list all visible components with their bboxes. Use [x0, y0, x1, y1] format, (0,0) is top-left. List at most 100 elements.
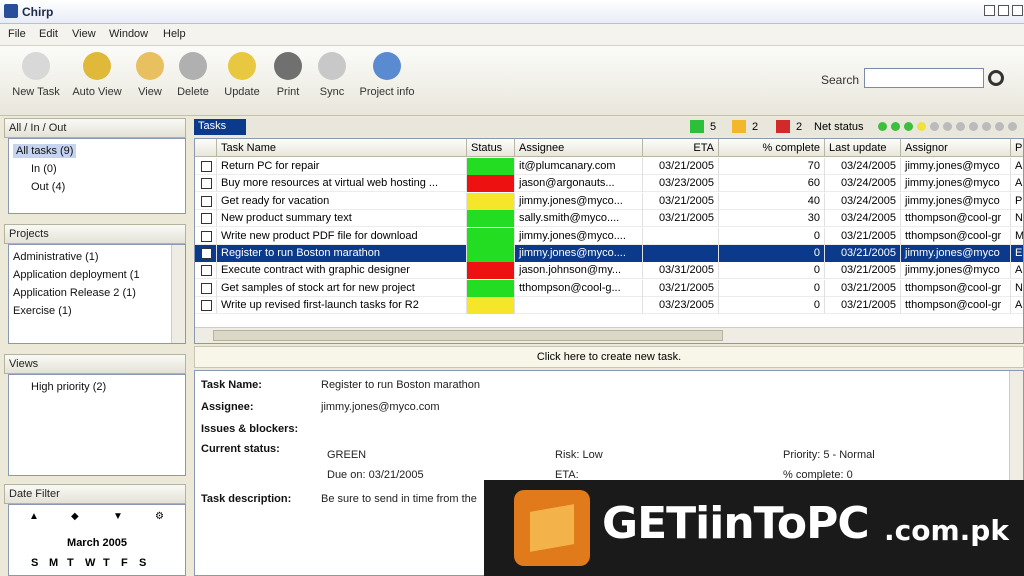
- cell-p: N: [1011, 210, 1023, 227]
- print-button[interactable]: Print: [270, 52, 306, 98]
- task-description-label: Task description:: [201, 493, 292, 505]
- views-tab[interactable]: Views: [9, 358, 38, 370]
- cell-name: Get samples of stock art for new project: [217, 279, 467, 297]
- row-checkbox[interactable]: [201, 282, 212, 294]
- green-count: 5: [710, 121, 717, 133]
- search-icon[interactable]: [988, 70, 1004, 86]
- out-item[interactable]: Out (4): [31, 181, 65, 193]
- toolbar-button-label: Sync: [319, 86, 345, 98]
- project-item[interactable]: Exercise (1): [13, 305, 72, 317]
- horizontal-scrollbar[interactable]: [195, 327, 1023, 343]
- in-item[interactable]: In (0): [31, 163, 57, 175]
- inbox-panel: All tasks (9) In (0) Out (4): [8, 138, 186, 214]
- create-task-prompt[interactable]: Click here to create new task.: [537, 351, 681, 363]
- toolbar-button-label: Delete: [177, 86, 209, 98]
- column-header[interactable]: P: [1011, 139, 1023, 157]
- projects-tab-header[interactable]: Projects: [4, 224, 186, 244]
- table-row[interactable]: New product summary text sally.smith@myco…: [195, 210, 1023, 228]
- due-value: Due on: 03/21/2005: [327, 469, 424, 481]
- sync-button[interactable]: Sync: [312, 52, 352, 98]
- row-checkbox[interactable]: [201, 213, 212, 225]
- row-checkbox[interactable]: [201, 161, 212, 172]
- cell-name: Write up revised first-launch tasks for …: [217, 297, 467, 315]
- table-row[interactable]: Execute contract with graphic designer ja…: [195, 262, 1023, 280]
- cell-assignee: jimmy.jones@myco....: [515, 227, 643, 245]
- column-header[interactable]: Assignee: [515, 139, 643, 157]
- inbox-tab-header[interactable]: All / In / Out: [4, 118, 186, 138]
- inbox-tab[interactable]: All / In / Out: [9, 122, 66, 134]
- projects-scrollbar[interactable]: [171, 245, 185, 343]
- column-header[interactable]: Last update: [825, 139, 901, 157]
- minimize-button[interactable]: [984, 5, 995, 16]
- toolbar-button-label: View: [138, 86, 162, 98]
- row-checkbox[interactable]: [201, 178, 212, 190]
- cell-assignee: [515, 297, 643, 315]
- menu-window[interactable]: Window: [109, 28, 148, 40]
- project-info-button[interactable]: Project info: [356, 52, 418, 98]
- menu-help[interactable]: Help: [163, 28, 186, 40]
- cell-p: A: [1011, 175, 1023, 192]
- projects-panel: Administrative (1) Application deploymen…: [8, 244, 186, 344]
- menu-file[interactable]: File: [8, 28, 26, 40]
- toolbar: New Task Auto View View Delete Update Print Sy…: [0, 46, 1024, 116]
- cell-pct: 30: [719, 210, 825, 228]
- create-task-bar[interactable]: Click here to create new task.: [194, 346, 1024, 368]
- row-checkbox[interactable]: [201, 248, 212, 259]
- row-checkbox-cell: [195, 158, 217, 175]
- net-status-dot: [969, 122, 978, 131]
- date-filter-tab[interactable]: Date Filter: [9, 488, 60, 500]
- row-checkbox[interactable]: [201, 195, 212, 207]
- next-month-icon[interactable]: ▼: [113, 511, 123, 522]
- project-item[interactable]: Application deployment (1: [13, 269, 140, 281]
- cell-name: Register to run Boston marathon: [217, 245, 467, 262]
- net-status-dot: [982, 122, 991, 131]
- column-header[interactable]: Task Name: [217, 139, 467, 157]
- view-button[interactable]: View: [130, 52, 170, 98]
- view-item-high-priority[interactable]: High priority (2): [31, 381, 106, 393]
- scroll-thumb[interactable]: [213, 330, 723, 341]
- new-task-button[interactable]: New Task: [4, 52, 68, 98]
- project-item[interactable]: Application Release 2 (1): [13, 287, 136, 299]
- delete-button[interactable]: Delete: [172, 52, 214, 98]
- auto-view-button[interactable]: Auto View: [66, 52, 128, 98]
- project-item[interactable]: Administrative (1): [13, 251, 99, 263]
- update-button[interactable]: Update: [216, 52, 268, 98]
- projects-tab[interactable]: Projects: [9, 228, 49, 240]
- status-indicator: [467, 175, 515, 193]
- search-input[interactable]: [864, 68, 984, 88]
- calendar-panel: ▲ ◆ ▼ ⚙ March 2005 SMTWTFS: [8, 504, 186, 576]
- column-header[interactable]: % complete: [719, 139, 825, 157]
- view-icon: [136, 52, 164, 80]
- today-icon[interactable]: ◆: [71, 511, 79, 522]
- row-checkbox[interactable]: [201, 230, 212, 242]
- menu-edit[interactable]: Edit: [39, 28, 58, 40]
- status-indicator: [467, 279, 515, 297]
- settings-icon[interactable]: ⚙: [155, 511, 164, 522]
- row-checkbox-cell: [195, 227, 217, 245]
- table-row[interactable]: Write up revised first-launch tasks for …: [195, 297, 1023, 315]
- table-row[interactable]: Buy more resources at virtual web hostin…: [195, 175, 1023, 193]
- maximize-button[interactable]: [998, 5, 1009, 16]
- cell-updated: 03/24/2005: [825, 210, 901, 228]
- views-tab-header[interactable]: Views: [4, 354, 186, 374]
- menu-bar: File Edit View Window Help: [0, 24, 1024, 46]
- prev-month-icon[interactable]: ▲: [29, 511, 39, 522]
- date-filter-tab-header[interactable]: Date Filter: [4, 484, 186, 504]
- table-row[interactable]: Get samples of stock art for new project…: [195, 279, 1023, 297]
- table-row[interactable]: Get ready for vacation jimmy.jones@myco..…: [195, 192, 1023, 210]
- column-header[interactable]: ETA: [643, 139, 719, 157]
- status-indicator: [467, 158, 515, 175]
- close-button[interactable]: [1012, 5, 1023, 16]
- column-header[interactable]: Status: [467, 139, 515, 157]
- menu-view[interactable]: View: [72, 28, 96, 40]
- table-row[interactable]: Return PC for repair it@plumcanary.com 03/…: [195, 158, 1023, 175]
- row-checkbox[interactable]: [201, 300, 212, 312]
- table-row[interactable]: Write new product PDF file for download j…: [195, 227, 1023, 245]
- row-checkbox[interactable]: [201, 265, 212, 277]
- all-tasks-item[interactable]: All tasks (9): [13, 144, 77, 158]
- cell-eta: [643, 227, 719, 245]
- column-header[interactable]: Assignor: [901, 139, 1011, 157]
- tasks-tab[interactable]: Tasks: [194, 119, 246, 135]
- table-row[interactable]: Register to run Boston marathon jimmy.jon…: [195, 245, 1023, 262]
- cell-updated: 03/21/2005: [825, 297, 901, 315]
